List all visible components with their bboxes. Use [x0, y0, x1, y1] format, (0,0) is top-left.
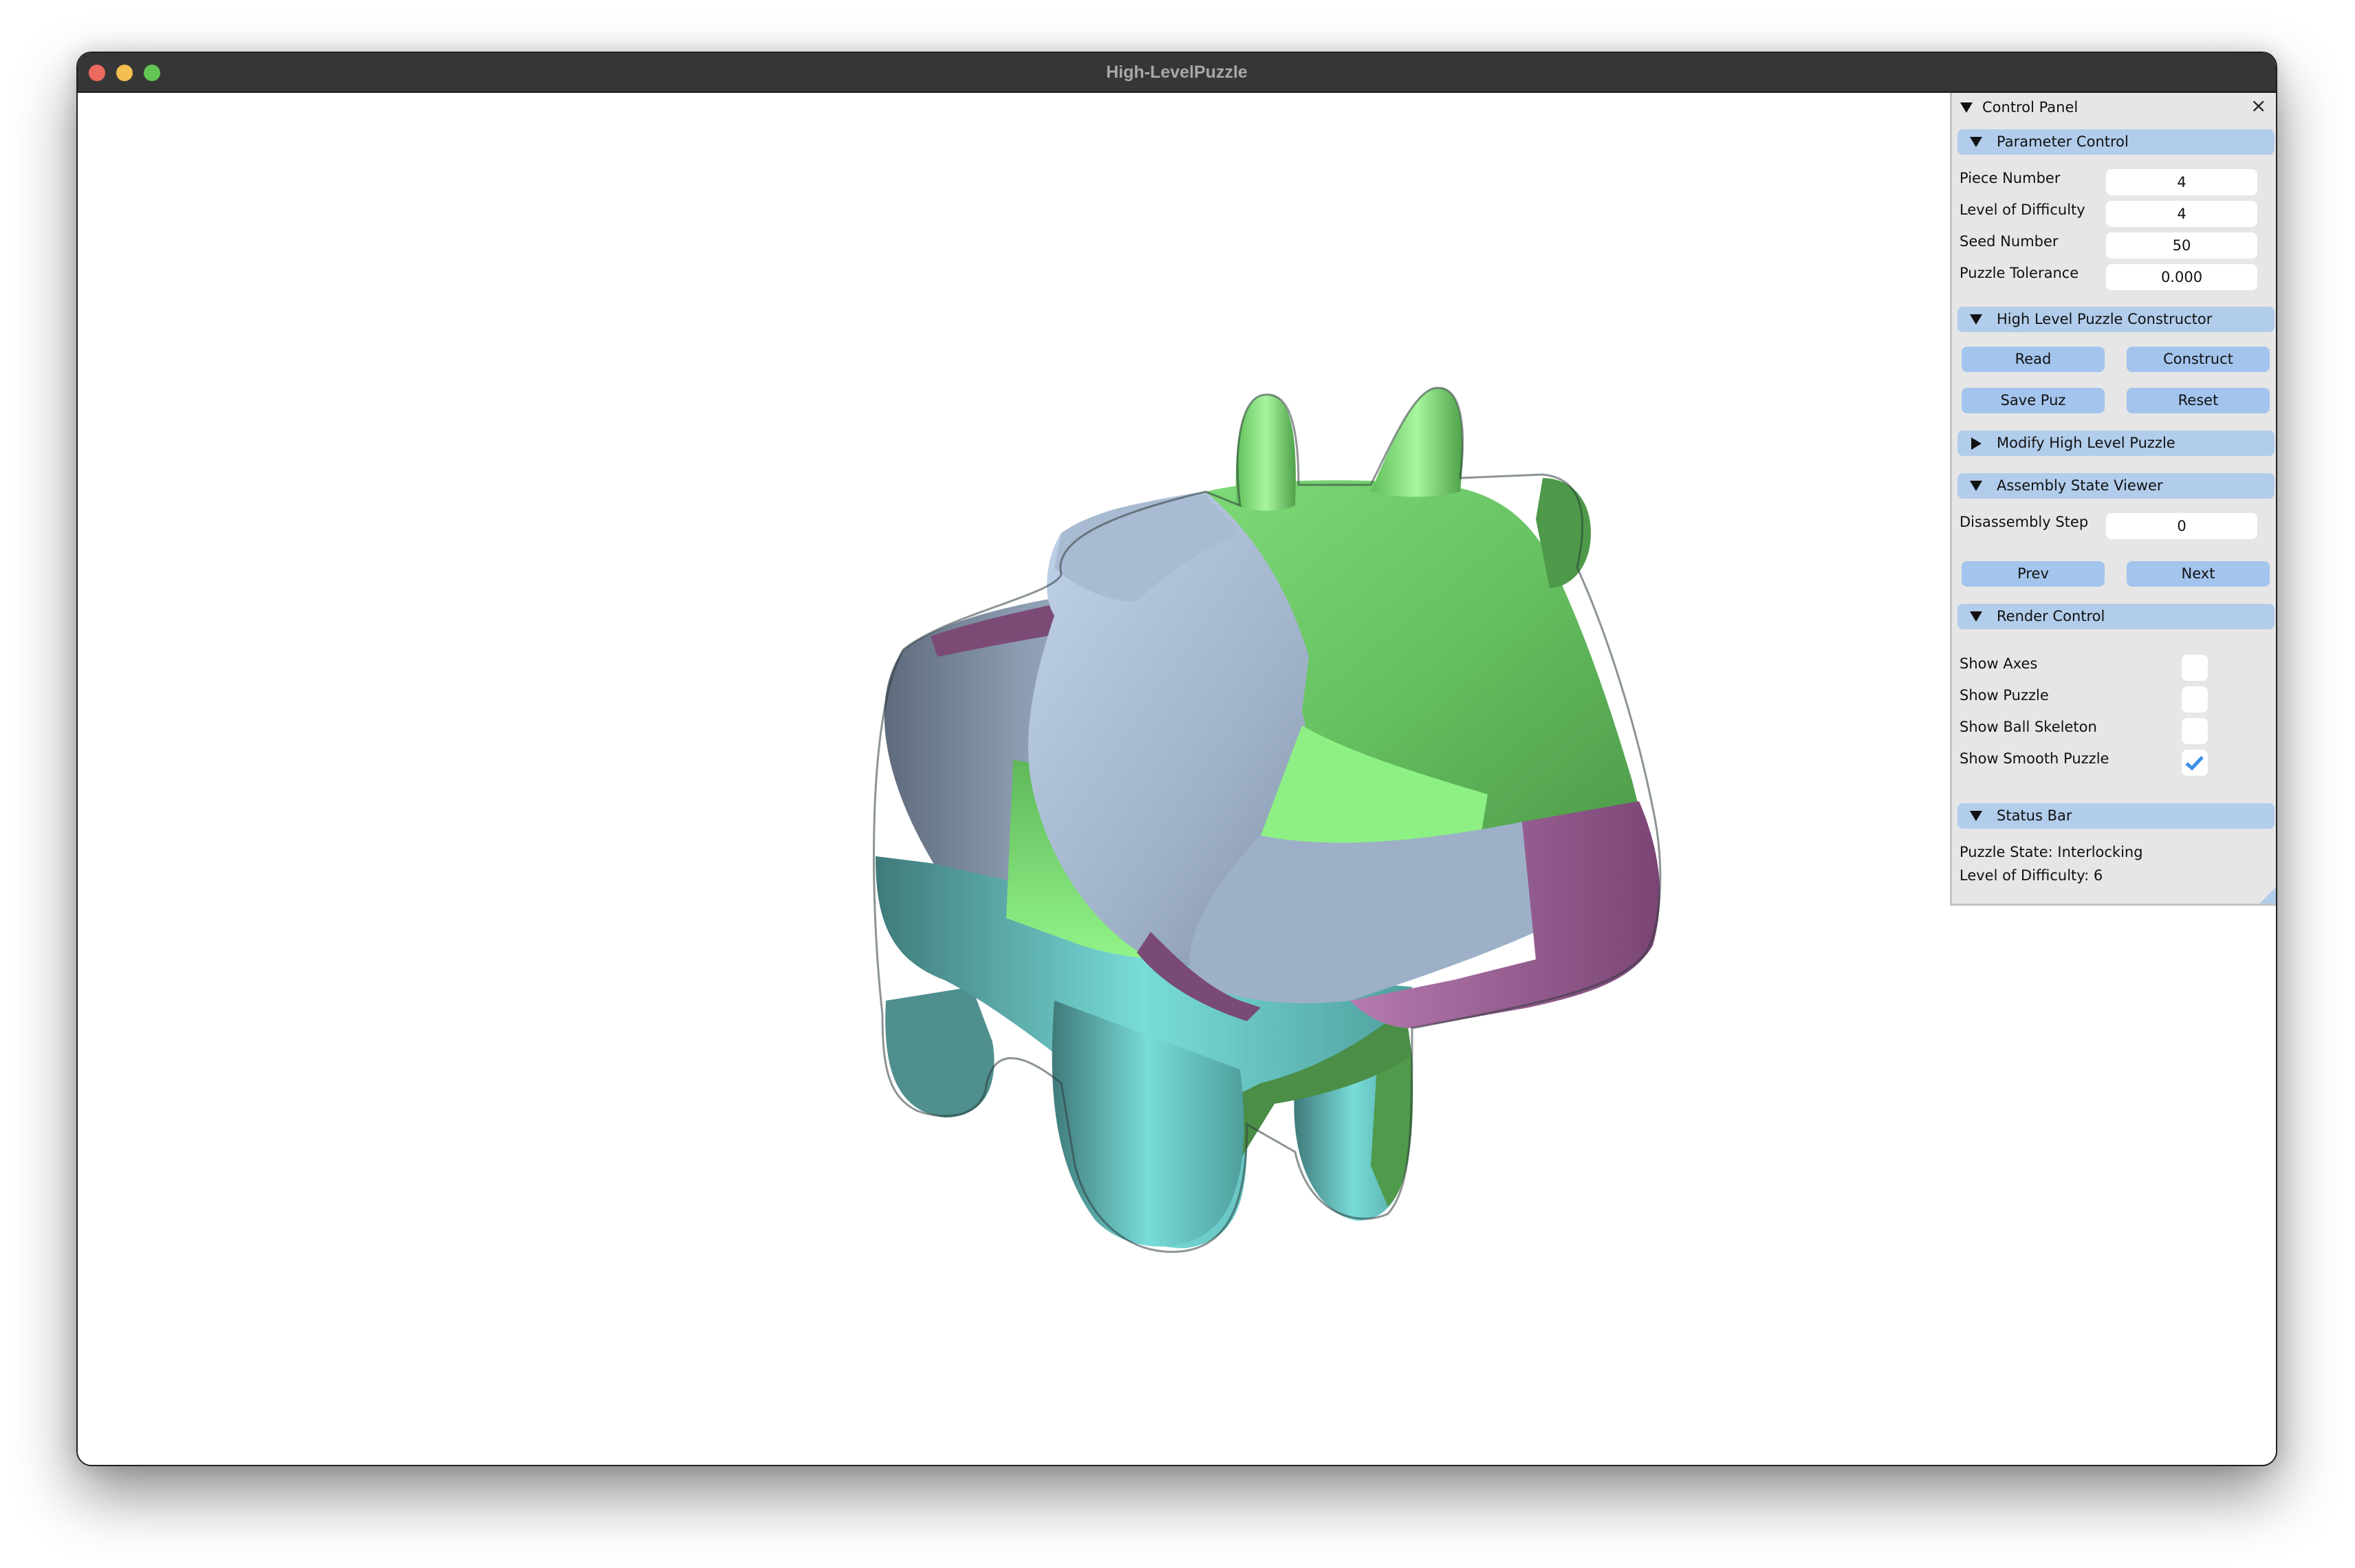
3d-viewport[interactable] — [78, 93, 2276, 1465]
section-assembly-state-viewer[interactable]: Assembly State Viewer — [1957, 473, 2275, 499]
difficulty-label: Level of Difficulty — [1960, 202, 2085, 218]
expand-arrow-icon — [1970, 314, 1982, 325]
collapsed-arrow-icon — [1971, 437, 1982, 450]
seed-number-input[interactable] — [2106, 232, 2257, 259]
puzzle-tolerance-label: Puzzle Tolerance — [1960, 265, 2079, 281]
collapse-panel-arrow-icon[interactable] — [1960, 102, 1973, 113]
cow-puzzle-model[interactable] — [78, 93, 2276, 1465]
disassembly-step-label: Disassembly Step — [1960, 514, 2089, 530]
expand-arrow-icon — [1970, 481, 1982, 491]
show-smooth-puzzle-label: Show Smooth Puzzle — [1960, 750, 2109, 767]
control-panel: Control Panel × Parameter Control Piece … — [1950, 93, 2276, 906]
difficulty-level-text: Level of Difficulty: 6 — [1960, 867, 2103, 884]
section-status-bar[interactable]: Status Bar — [1957, 803, 2275, 829]
puzzle-state-text: Puzzle State: Interlocking — [1960, 844, 2143, 860]
section-label: Render Control — [1997, 608, 2105, 624]
show-smooth-puzzle-checkbox[interactable] — [2182, 750, 2208, 776]
next-step-button[interactable]: Next — [2127, 561, 2270, 587]
app-window: High-LevelPuzzle Control Panel × Paramet… — [76, 52, 2277, 1466]
reset-button[interactable]: Reset — [2127, 388, 2270, 413]
disassembly-step-input[interactable] — [2106, 513, 2257, 539]
resize-grip[interactable] — [2259, 886, 2276, 904]
piece-number-input[interactable] — [2106, 169, 2257, 195]
expand-arrow-icon — [1970, 811, 1982, 821]
section-modify-puzzle[interactable]: Modify High Level Puzzle — [1957, 431, 2275, 456]
section-label: Modify High Level Puzzle — [1997, 435, 2175, 451]
piece-number-label: Piece Number — [1960, 170, 2061, 186]
section-label: Status Bar — [1997, 807, 2072, 824]
construct-button[interactable]: Construct — [2127, 347, 2270, 372]
show-axes-checkbox[interactable] — [2182, 655, 2208, 681]
puzzle-tolerance-input[interactable] — [2106, 264, 2257, 290]
show-ball-skeleton-label: Show Ball Skeleton — [1960, 719, 2097, 735]
section-parameter-control[interactable]: Parameter Control — [1957, 129, 2275, 155]
title-bar[interactable]: High-LevelPuzzle — [78, 53, 2276, 93]
seed-number-label: Seed Number — [1960, 233, 2059, 250]
section-render-control[interactable]: Render Control — [1957, 604, 2275, 629]
read-button[interactable]: Read — [1962, 347, 2105, 372]
section-label: Assembly State Viewer — [1997, 477, 2163, 494]
cow-right-horn — [1371, 387, 1463, 497]
expand-arrow-icon — [1970, 137, 1982, 147]
close-panel-icon[interactable]: × — [2250, 94, 2266, 118]
show-puzzle-checkbox[interactable] — [2182, 686, 2208, 712]
section-puzzle-constructor[interactable]: High Level Puzzle Constructor — [1957, 307, 2275, 332]
difficulty-input[interactable] — [2106, 201, 2257, 227]
checkmark-icon — [2185, 756, 2204, 771]
section-label: Parameter Control — [1997, 133, 2129, 150]
show-ball-skeleton-checkbox[interactable] — [2182, 718, 2208, 744]
prev-step-button[interactable]: Prev — [1962, 561, 2105, 587]
expand-arrow-icon — [1970, 611, 1982, 622]
show-axes-label: Show Axes — [1960, 655, 2038, 672]
section-label: High Level Puzzle Constructor — [1997, 311, 2213, 327]
show-puzzle-label: Show Puzzle — [1960, 687, 2049, 704]
control-panel-title: Control Panel — [1982, 99, 2079, 116]
save-puzzle-button[interactable]: Save Puz — [1962, 388, 2105, 413]
window-title: High-LevelPuzzle — [1106, 63, 1248, 82]
